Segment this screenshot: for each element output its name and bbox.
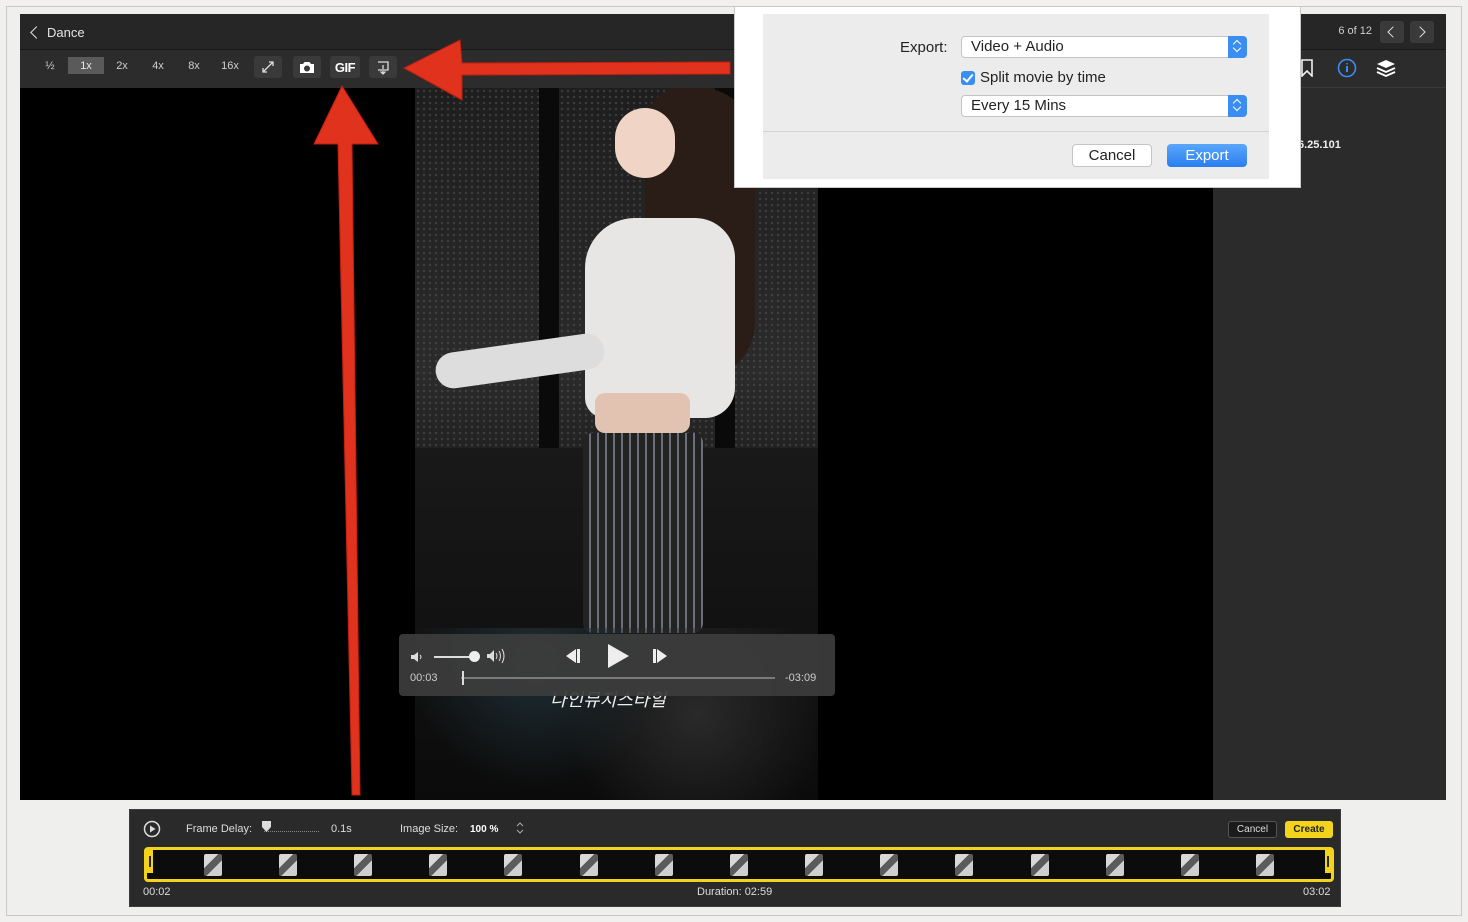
split-interval-value: Every 15 Mins — [971, 97, 1067, 114]
player-controls: 00:03 -03:09 — [399, 634, 835, 696]
split-movie-label: Split movie by time — [980, 69, 1106, 86]
frame-delay-label: Frame Delay: — [186, 823, 253, 835]
gif-start-time: 00:02 — [143, 886, 171, 898]
fullscreen-icon — [262, 61, 274, 73]
speed-1x-button[interactable]: 1x — [68, 57, 104, 74]
dialog-export-button[interactable]: Export — [1167, 144, 1247, 167]
export-button[interactable] — [369, 56, 397, 78]
video-figure-face — [615, 108, 675, 178]
frame-thumbnail — [429, 853, 448, 876]
checkbox-checked-icon — [961, 70, 975, 85]
scrubber-knob[interactable] — [462, 671, 464, 685]
frame-thumbnail — [880, 853, 899, 876]
previous-button[interactable] — [1380, 21, 1404, 43]
back-label: Dance — [47, 24, 85, 40]
frame-thumbnail — [1105, 853, 1124, 876]
info-icon[interactable] — [1337, 58, 1357, 78]
layers-icon[interactable] — [1376, 59, 1396, 77]
elapsed-time: 00:03 — [410, 672, 438, 684]
gif-duration: Duration: 02:59 — [697, 886, 773, 898]
dialog-cancel-button[interactable]: Cancel — [1072, 144, 1152, 167]
sidebar-ip-text: 6.25.101 — [1298, 139, 1341, 151]
video-figure-pants — [583, 433, 703, 633]
frame-thumbnail — [729, 853, 748, 876]
frame-thumbnail — [278, 853, 297, 876]
export-label: Export: — [900, 39, 948, 56]
chevron-left-icon — [30, 25, 43, 39]
step-back-icon[interactable] — [562, 647, 582, 665]
gif-end-time: 03:02 — [1303, 886, 1331, 898]
frame-delay-track[interactable] — [264, 826, 319, 832]
export-type-value: Video + Audio — [971, 38, 1064, 55]
volume-track[interactable] — [434, 656, 474, 658]
bookmark-icon[interactable] — [1300, 59, 1314, 77]
select-stepper-icon — [1228, 36, 1247, 58]
video-pillar — [539, 88, 559, 468]
info-sidebar — [1213, 88, 1446, 800]
volume-knob[interactable] — [469, 651, 480, 662]
frame-strip — [144, 847, 1334, 882]
gif-cancel-button[interactable]: Cancel — [1228, 821, 1277, 838]
speed-2x-button[interactable]: 2x — [104, 57, 140, 74]
gif-button[interactable]: GIF — [330, 56, 360, 78]
scrubber-track[interactable] — [461, 677, 775, 679]
export-icon — [378, 60, 389, 75]
image-size-label: Image Size: — [400, 823, 459, 835]
speed-selector: ½ 1x 2x 4x 8x 16x — [32, 57, 248, 74]
volume-low-icon[interactable] — [410, 650, 424, 664]
frame-thumbnail — [1256, 853, 1275, 876]
frame-thumbnail — [654, 853, 673, 876]
fullscreen-button[interactable] — [254, 56, 282, 78]
speed-8x-button[interactable]: 8x — [176, 57, 212, 74]
frame-thumbnail — [805, 853, 824, 876]
chevron-right-icon — [1414, 26, 1426, 38]
gif-panel: Frame Delay: 0.1s Image Size: 100 % Canc… — [129, 809, 1341, 907]
speed-4x-button[interactable]: 4x — [140, 57, 176, 74]
trim-start-handle[interactable] — [147, 850, 153, 873]
frame-thumbnail — [353, 853, 372, 876]
split-interval-select[interactable]: Every 15 Mins — [961, 95, 1247, 117]
video-figure-waist — [595, 393, 690, 433]
select-stepper-icon — [1228, 95, 1247, 117]
chevron-left-icon — [1387, 26, 1399, 38]
image-size-stepper-icon[interactable] — [516, 822, 524, 834]
remaining-time: -03:09 — [785, 672, 817, 684]
frame-thumbnail — [504, 853, 523, 876]
frame-thumbnail — [1030, 853, 1049, 876]
frame-delay-value: 0.1s — [331, 823, 352, 835]
step-forward-icon[interactable] — [651, 647, 671, 665]
frame-thumbnail — [579, 853, 598, 876]
dialog-divider — [763, 131, 1269, 132]
video-figure-shirt — [585, 218, 735, 418]
image-size-value[interactable]: 100 % — [470, 824, 498, 835]
next-button[interactable] — [1410, 21, 1434, 43]
volume-high-icon[interactable] — [486, 648, 508, 664]
speed-16x-button[interactable]: 16x — [212, 57, 248, 74]
preview-play-icon[interactable] — [143, 820, 161, 838]
split-movie-checkbox[interactable]: Split movie by time — [961, 69, 1106, 86]
gif-create-button[interactable]: Create — [1285, 821, 1333, 838]
snapshot-button[interactable] — [293, 56, 321, 78]
frame-thumbnail — [955, 853, 974, 876]
export-dialog: Export: Video + Audio Split movie by tim… — [763, 14, 1269, 179]
camera-icon — [300, 61, 314, 73]
gif-icon: GIF — [334, 59, 356, 75]
play-icon[interactable] — [606, 643, 630, 669]
frame-thumbnail — [1181, 853, 1200, 876]
page-counter: 6 of 12 — [1338, 25, 1372, 37]
back-button[interactable]: Dance — [28, 23, 85, 41]
trim-end-handle[interactable] — [1325, 850, 1331, 873]
frame-thumbnail — [203, 853, 222, 876]
export-type-select[interactable]: Video + Audio — [961, 36, 1247, 58]
speed-half-button[interactable]: ½ — [32, 57, 68, 74]
